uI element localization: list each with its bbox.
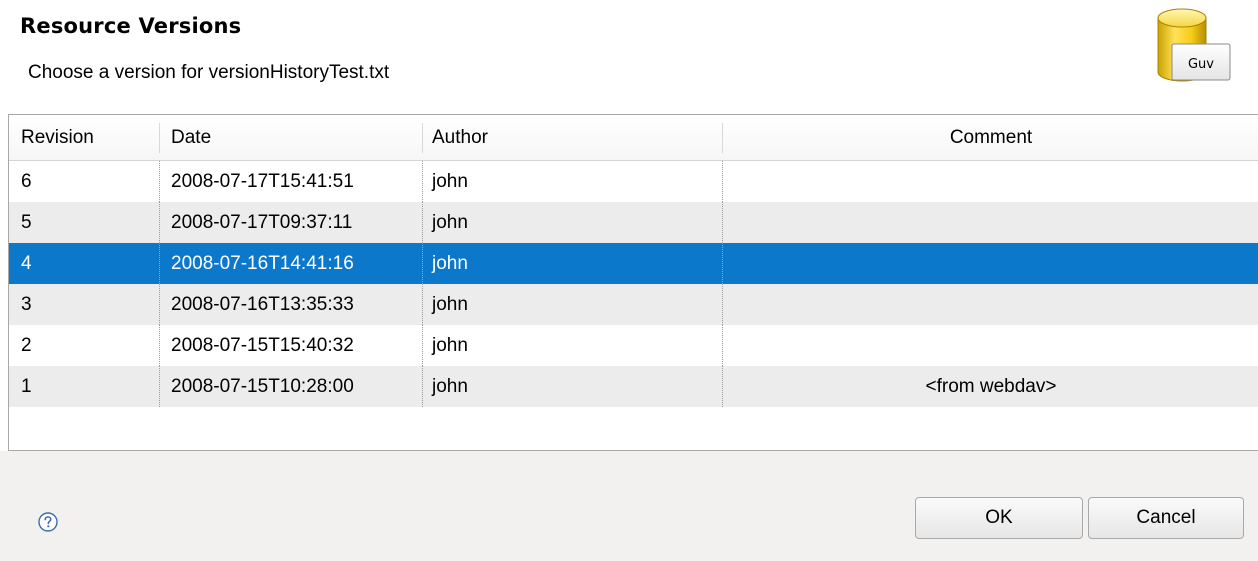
column-divider — [159, 161, 160, 202]
comment-cell — [723, 202, 1258, 243]
author-cell: john — [432, 212, 468, 233]
column-divider[interactable] — [159, 123, 160, 153]
column-divider — [159, 284, 160, 325]
column-header-comment[interactable]: Comment — [723, 115, 1258, 160]
revision-cell: 3 — [21, 294, 32, 315]
revision-cell: 6 — [21, 171, 32, 192]
date-cell: 2008-07-16T13:35:33 — [171, 294, 354, 315]
column-header-date[interactable]: Date — [171, 115, 211, 160]
table-row[interactable]: 3 2008-07-16T13:35:33 john — [9, 284, 1258, 325]
table-body: 6 2008-07-17T15:41:51 john 5 2008-07-17T… — [9, 161, 1258, 407]
table-row-selected[interactable]: 4 2008-07-16T14:41:16 john — [9, 243, 1258, 284]
column-divider — [422, 243, 423, 284]
ok-button[interactable]: OK — [915, 497, 1083, 539]
column-divider — [422, 284, 423, 325]
author-cell: john — [432, 335, 468, 356]
dialog-header: Resource Versions Choose a version for v… — [0, 0, 1258, 114]
revision-cell: 4 — [21, 253, 32, 274]
comment-cell — [723, 161, 1258, 202]
dialog-content: Revision Date Author Comment 6 2008-07-1… — [0, 114, 1258, 451]
column-divider — [159, 325, 160, 366]
column-divider[interactable] — [422, 123, 423, 153]
dialog-title: Resource Versions — [20, 14, 242, 38]
column-divider — [422, 366, 423, 407]
column-divider — [422, 161, 423, 202]
date-cell: 2008-07-15T10:28:00 — [171, 376, 354, 397]
comment-cell: <from webdav> — [925, 376, 1057, 397]
date-cell: 2008-07-17T09:37:11 — [171, 212, 353, 233]
revision-cell: 2 — [21, 335, 32, 356]
banner-icon-label: Guv — [1188, 57, 1214, 72]
column-divider — [159, 243, 160, 284]
table-header: Revision Date Author Comment — [9, 115, 1258, 161]
date-cell: 2008-07-17T15:41:51 — [171, 171, 354, 192]
table-row[interactable]: 5 2008-07-17T09:37:11 john — [9, 202, 1258, 243]
author-cell: john — [432, 294, 468, 315]
comment-cell — [723, 284, 1258, 325]
column-header-author[interactable]: Author — [432, 115, 488, 160]
column-header-revision[interactable]: Revision — [21, 115, 94, 160]
resource-versions-dialog: Resource Versions Choose a version for v… — [0, 0, 1258, 561]
column-divider — [422, 325, 423, 366]
table-row[interactable]: 1 2008-07-15T10:28:00 john <from webdav> — [9, 366, 1258, 407]
column-divider — [422, 202, 423, 243]
comment-cell — [723, 243, 1258, 284]
author-cell: john — [432, 376, 468, 397]
date-cell: 2008-07-15T15:40:32 — [171, 335, 354, 356]
revision-cell: 1 — [21, 376, 32, 397]
column-divider — [159, 366, 160, 407]
author-cell: john — [432, 253, 468, 274]
table-row[interactable]: 6 2008-07-17T15:41:51 john — [9, 161, 1258, 202]
comment-cell — [723, 325, 1258, 366]
column-divider — [159, 202, 160, 243]
revision-cell: 5 — [21, 212, 32, 233]
author-cell: john — [432, 171, 468, 192]
dialog-subtitle: Choose a version for versionHistoryTest.… — [28, 62, 390, 83]
dialog-button-bar: OK Cancel — [0, 451, 1258, 561]
date-cell: 2008-07-16T14:41:16 — [171, 253, 354, 274]
cancel-button[interactable]: Cancel — [1088, 497, 1244, 539]
versions-table[interactable]: Revision Date Author Comment 6 2008-07-1… — [8, 114, 1258, 451]
repository-icon: Guv — [1157, 8, 1231, 82]
table-row[interactable]: 2 2008-07-15T15:40:32 john — [9, 325, 1258, 366]
help-icon[interactable] — [37, 511, 59, 533]
